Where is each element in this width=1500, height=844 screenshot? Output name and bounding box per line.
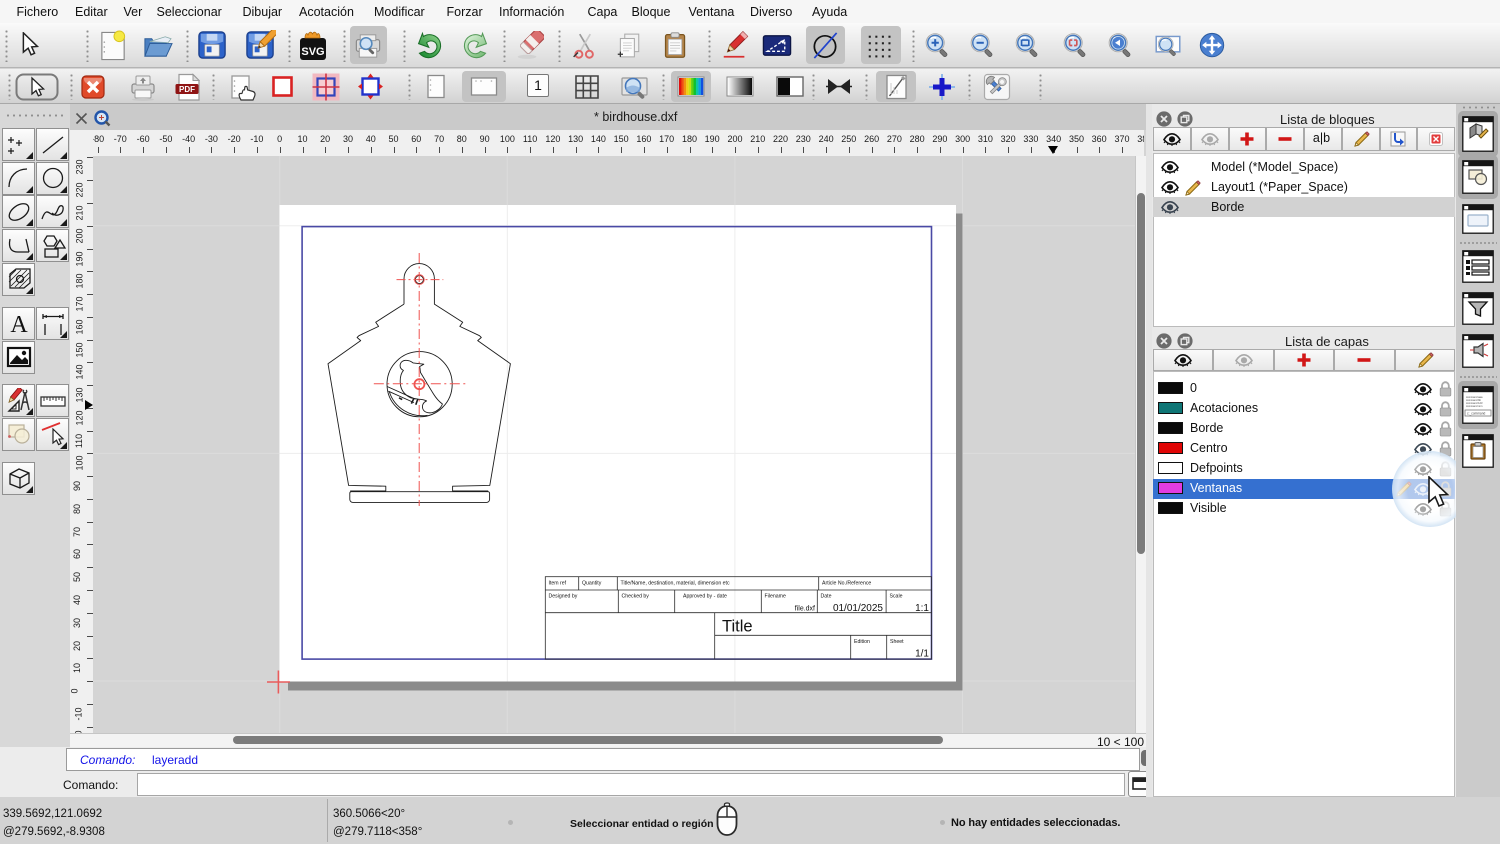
svg-text:Filename: Filename: [765, 594, 786, 600]
svg-text:01/01/2025: 01/01/2025: [833, 603, 883, 614]
svg-text:Approved by - date: Approved by - date: [683, 594, 727, 600]
svg-text:SVG: SVG: [301, 46, 324, 58]
svg-text:Title/Name, destination, mater: Title/Name, destination, material, dimen…: [621, 581, 730, 587]
svg-text:Checked by: Checked by: [622, 594, 650, 600]
svg-text:Edition: Edition: [854, 639, 870, 645]
svg-text:Sheet: Sheet: [890, 639, 904, 645]
svg-text:Scale: Scale: [890, 594, 903, 600]
svg-text:c:_command: c:_command: [1467, 412, 1485, 416]
svg-text:Date: Date: [821, 594, 832, 600]
svg-text:Item ref: Item ref: [549, 581, 567, 587]
svg-text:Title: Title: [722, 618, 753, 636]
svg-text:1/1: 1/1: [915, 649, 929, 660]
svg-text:1:1: 1:1: [915, 603, 929, 614]
svg-text:file.dxf: file.dxf: [795, 606, 815, 613]
svg-text:Article No./Reference: Article No./Reference: [822, 581, 871, 587]
svg-text:Designed by: Designed by: [549, 594, 578, 600]
svg-text:A: A: [10, 312, 28, 337]
svg-text:Quantity: Quantity: [582, 581, 602, 587]
svg-text:PDF: PDF: [179, 85, 195, 94]
svg-text:command nnn: command nnn: [1466, 404, 1483, 408]
